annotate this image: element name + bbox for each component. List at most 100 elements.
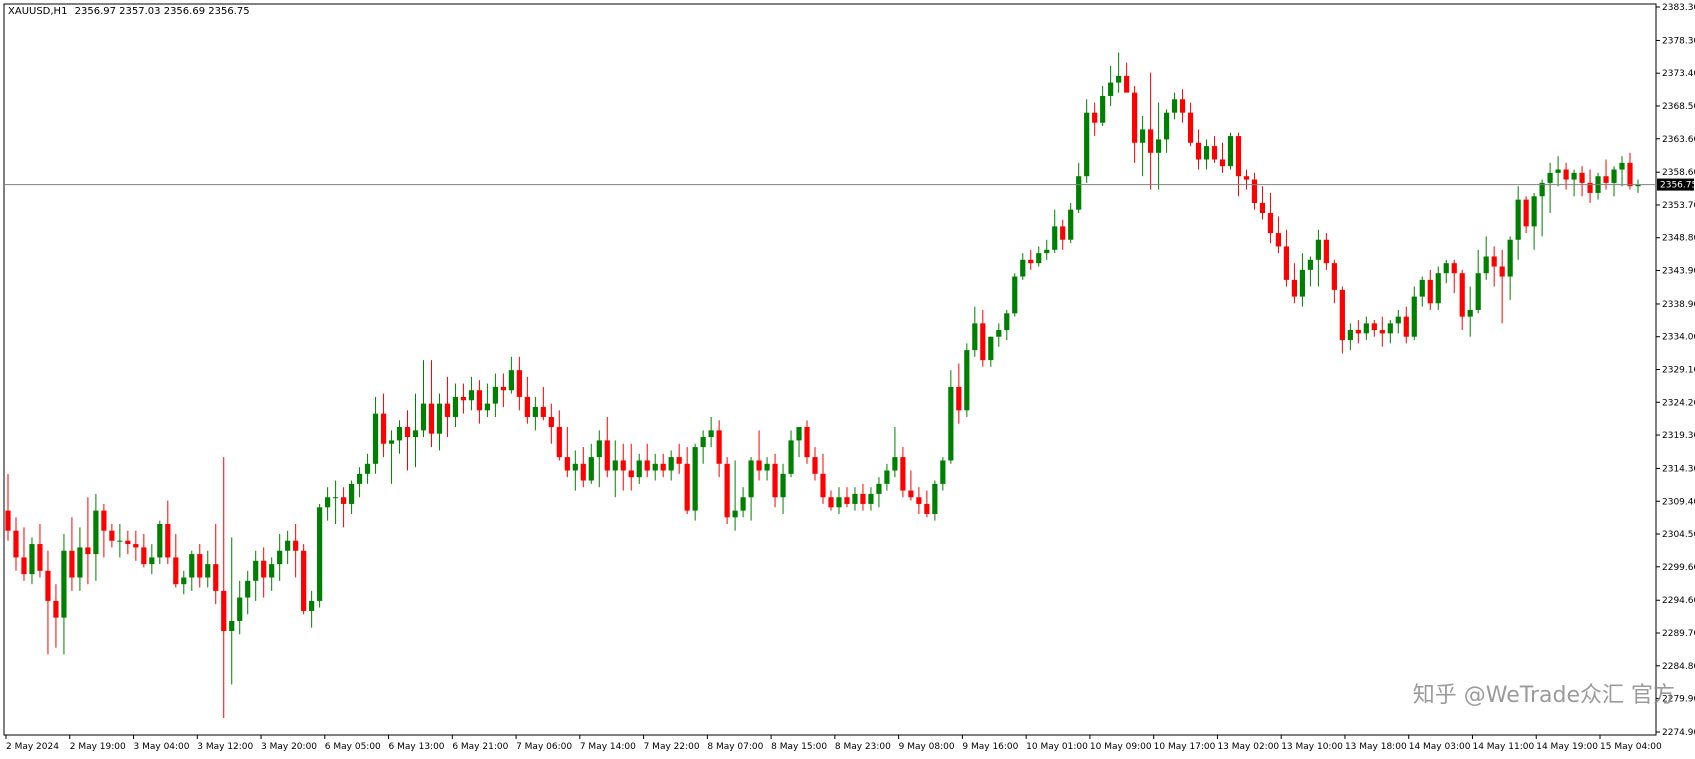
candle-body <box>1475 273 1481 310</box>
candle-body <box>964 350 970 411</box>
candle-body <box>660 463 666 471</box>
candle-body <box>668 457 674 471</box>
y-tick-label: 2334.00 <box>1662 333 1695 343</box>
candle-body <box>1219 159 1226 167</box>
candle-body <box>1132 92 1138 143</box>
candle-body <box>908 490 914 498</box>
candle-body <box>572 463 578 471</box>
candle-body <box>596 440 602 458</box>
candle-body <box>13 530 19 558</box>
candle-body <box>1140 129 1146 143</box>
candle-body <box>229 620 235 632</box>
candle-body <box>580 463 586 481</box>
y-tick-label: 2363.60 <box>1662 135 1695 145</box>
candle-body <box>940 460 946 484</box>
candle-body <box>884 470 890 484</box>
candle-body <box>996 330 1002 337</box>
candle-body <box>1004 313 1010 331</box>
candle-body <box>117 540 123 542</box>
candle-body <box>165 523 171 558</box>
plot-frame <box>3 3 1657 736</box>
candle-body <box>1571 172 1577 180</box>
candle-body <box>157 523 163 558</box>
x-tick-label: 14 May 03:00 <box>1409 742 1471 752</box>
candle-body <box>181 577 187 585</box>
y-tick-label: 2378.30 <box>1662 36 1695 46</box>
x-tick-label: 15 May 04:00 <box>1600 742 1662 752</box>
candle-body <box>460 396 467 401</box>
candle-body <box>1579 172 1585 183</box>
candle-body <box>508 370 514 391</box>
candle-body <box>764 463 770 471</box>
candle-body <box>676 457 682 464</box>
candle-body <box>301 550 307 611</box>
candle-body <box>588 457 594 481</box>
candle-body <box>836 497 842 508</box>
candle-body <box>205 564 211 578</box>
candle-body <box>53 600 59 618</box>
candlestick-chart[interactable]: 2383.30 2378.30 2373.40 2368.50 2363.60 2358.… <box>0 0 1695 759</box>
chart-window: XAUUSD,H1 2356.97 2357.03 2356.69 2356.7… <box>0 0 1695 759</box>
candle-body <box>237 597 243 621</box>
candle-body <box>1012 276 1018 314</box>
candle-body <box>604 440 610 471</box>
x-tick-label: 7 May 22:00 <box>644 742 700 752</box>
candle-body <box>892 457 898 471</box>
candle-body <box>1124 75 1130 93</box>
candle-body <box>860 493 866 504</box>
candle-body <box>1355 330 1361 334</box>
candle-body <box>37 544 43 571</box>
y-tick-label: 2348.80 <box>1662 234 1695 244</box>
candle-body <box>652 463 658 471</box>
candle-body <box>404 427 411 438</box>
candle-body <box>1092 112 1098 123</box>
candle-body <box>1155 139 1162 153</box>
candle-body <box>1291 279 1298 297</box>
y-tick-label: 2284.80 <box>1662 662 1695 672</box>
candle-body <box>1403 316 1409 337</box>
candle-body <box>21 557 27 575</box>
candle-body <box>1531 196 1537 227</box>
candle-body <box>109 530 115 541</box>
candle-body <box>1116 75 1122 83</box>
candle-body <box>780 473 786 498</box>
candle-body <box>980 323 986 361</box>
candle-body <box>340 497 347 504</box>
y-tick-label: 2329.10 <box>1662 366 1695 376</box>
candle-body <box>396 427 403 441</box>
candle-body <box>1419 279 1425 297</box>
candle-body <box>372 413 379 464</box>
candle-body <box>844 497 850 504</box>
candle-body <box>1627 162 1633 187</box>
candle-body <box>692 447 698 511</box>
candle-body <box>1283 246 1290 280</box>
candle-body <box>700 437 706 448</box>
candle-body <box>213 564 219 591</box>
y-tick-label: 2383.30 <box>1662 3 1695 13</box>
candle-body <box>1068 209 1074 240</box>
candle-body <box>868 493 874 504</box>
candle-body <box>1036 253 1042 264</box>
candle-body <box>189 554 195 578</box>
candle-body <box>141 547 147 565</box>
x-tick-label: 6 May 13:00 <box>389 742 445 752</box>
candle-body <box>436 403 443 434</box>
candle-body <box>1060 226 1066 240</box>
candle-body <box>1203 146 1210 160</box>
x-tick-label: 8 May 15:00 <box>771 742 827 752</box>
x-tick-label: 2 May 19:00 <box>70 742 126 752</box>
candle-body <box>1523 199 1529 227</box>
candle-body <box>932 483 938 514</box>
candle-body <box>1619 162 1625 170</box>
candle-body <box>820 473 826 498</box>
candle-body <box>716 430 722 464</box>
candle-body <box>1259 202 1266 213</box>
candle-body <box>85 547 91 555</box>
candle-body <box>93 510 99 555</box>
candle-body <box>253 560 259 581</box>
candle-body <box>548 416 554 428</box>
candle-body <box>1459 273 1465 317</box>
x-tick-label: 10 May 09:00 <box>1090 742 1152 752</box>
candle-body <box>1499 266 1505 277</box>
candle-body <box>1187 112 1194 143</box>
